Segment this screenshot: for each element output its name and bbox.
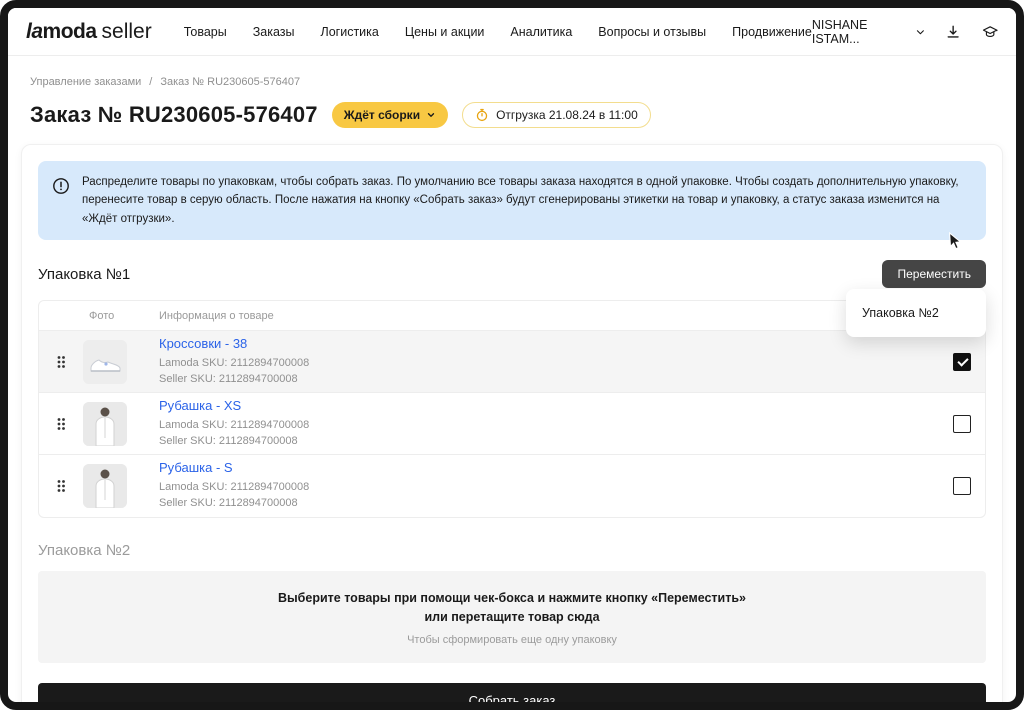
seller-sku: Seller SKU: 2112894700008: [159, 372, 925, 388]
title-row: Заказ № RU230605-576407 Ждёт сборки Отгр…: [30, 102, 994, 128]
dropzone-instruction: Выберите товары при помощи чек-бокса и н…: [278, 589, 746, 628]
product-link[interactable]: Кроссовки - 38: [159, 336, 925, 351]
shipping-badge-label: Отгрузка 21.08.24 в 11:00: [496, 108, 638, 122]
package2-dropzone[interactable]: Выберите товары при помощи чек-бокса и н…: [38, 571, 986, 663]
breadcrumb-link-orders[interactable]: Управление заказами: [30, 76, 141, 88]
graduation-cap-icon[interactable]: [982, 23, 998, 41]
drag-handle-icon[interactable]: [56, 417, 66, 431]
breadcrumb-current: Заказ № RU230605-576407: [160, 76, 300, 88]
stopwatch-icon: [475, 108, 489, 122]
row-checkbox[interactable]: [953, 415, 971, 433]
lamoda-sku: Lamoda SKU: 2112894700008: [159, 480, 925, 496]
seller-sku: Seller SKU: 2112894700008: [159, 434, 925, 450]
chevron-down-icon: [426, 110, 436, 120]
package2-title: Упаковка №2: [38, 542, 986, 559]
product-link[interactable]: Рубашка - S: [159, 460, 925, 475]
nav-item-analitika[interactable]: Аналитика: [510, 25, 572, 39]
package1-header: Упаковка №1 Переместить Упаковка №2: [38, 260, 986, 288]
download-icon[interactable]: [945, 23, 961, 41]
page-title: Заказ № RU230605-576407: [30, 102, 318, 128]
header-right: NISHANE ISTAM...: [812, 18, 998, 46]
logo-part: la: [26, 20, 43, 43]
table-row: Кроссовки - 38 Lamoda SKU: 2112894700008…: [39, 331, 985, 393]
table-row: Рубашка - S Lamoda SKU: 2112894700008 Se…: [39, 455, 985, 517]
product-photo: [83, 340, 127, 384]
lamoda-sku: Lamoda SKU: 2112894700008: [159, 418, 925, 434]
table-row: Рубашка - XS Lamoda SKU: 2112894700008 S…: [39, 393, 985, 455]
column-header-photo: Фото: [83, 310, 145, 322]
order-assembly-card: Распределите товары по упаковкам, чтобы …: [21, 144, 1003, 710]
logo-part: moda: [43, 20, 97, 43]
logo-part: seller: [102, 20, 152, 43]
assemble-order-button[interactable]: Собрать заказ: [38, 683, 986, 710]
drag-handle-icon[interactable]: [56, 479, 66, 493]
app-window: lamodaseller Товары Заказы Логистика Цен…: [0, 0, 1024, 710]
checkbox-cell: [953, 353, 985, 371]
product-info: Кроссовки - 38 Lamoda SKU: 2112894700008…: [145, 336, 925, 388]
nav-item-tovary[interactable]: Товары: [184, 25, 227, 39]
nav-item-logistika[interactable]: Логистика: [321, 25, 379, 39]
move-dropdown: Упаковка №2: [846, 289, 986, 337]
product-info: Рубашка - S Lamoda SKU: 2112894700008 Se…: [145, 460, 925, 512]
product-photo: [83, 464, 127, 508]
product-link[interactable]: Рубашка - XS: [159, 398, 925, 413]
drag-handle-icon[interactable]: [56, 355, 66, 369]
alert-circle-icon: [52, 177, 70, 195]
status-badge[interactable]: Ждёт сборки: [332, 102, 448, 128]
row-checkbox[interactable]: [953, 477, 971, 495]
product-photo: [83, 402, 127, 446]
user-name: NISHANE ISTAM...: [812, 18, 908, 46]
main-nav: Товары Заказы Логистика Цены и акции Ана…: [184, 25, 812, 39]
dropzone-line2: или перетащите товар сюда: [278, 608, 746, 627]
lamoda-sku: Lamoda SKU: 2112894700008: [159, 356, 925, 372]
table-header-row: Фото Информация о товаре: [39, 301, 985, 331]
product-info: Рубашка - XS Lamoda SKU: 2112894700008 S…: [145, 398, 925, 450]
breadcrumb: Управление заказами / Заказ № RU230605-5…: [30, 76, 1016, 88]
package1-table: Фото Информация о товаре Кроссовки - 38 …: [38, 300, 986, 518]
column-header-info: Информация о товаре: [145, 310, 925, 322]
seller-sku: Seller SKU: 2112894700008: [159, 496, 925, 512]
breadcrumb-separator: /: [149, 76, 152, 88]
lamoda-seller-logo[interactable]: lamodaseller: [26, 20, 152, 44]
shipping-badge: Отгрузка 21.08.24 в 11:00: [462, 102, 651, 128]
nav-item-prodvizhenie[interactable]: Продвижение: [732, 25, 812, 39]
package1-title: Упаковка №1: [38, 266, 130, 283]
row-checkbox[interactable]: [953, 353, 971, 371]
chevron-down-icon: [915, 26, 926, 38]
nav-item-tseny-i-aktsii[interactable]: Цены и акции: [405, 25, 485, 39]
top-navbar: lamodaseller Товары Заказы Логистика Цен…: [8, 8, 1016, 56]
status-badge-label: Ждёт сборки: [344, 108, 420, 122]
dropdown-item-package2[interactable]: Упаковка №2: [846, 293, 986, 333]
dropzone-line1: Выберите товары при помощи чек-бокса и н…: [278, 589, 746, 608]
dropzone-hint: Чтобы сформировать еще одну упаковку: [407, 634, 617, 646]
user-menu[interactable]: NISHANE ISTAM...: [812, 18, 926, 46]
nav-item-zakazy[interactable]: Заказы: [253, 25, 295, 39]
info-banner-text: Распределите товары по упаковкам, чтобы …: [82, 173, 972, 228]
move-button[interactable]: Переместить: [882, 260, 986, 288]
info-banner: Распределите товары по упаковкам, чтобы …: [38, 161, 986, 240]
nav-item-voprosy-i-otzyvy[interactable]: Вопросы и отзывы: [598, 25, 706, 39]
checkbox-cell: [953, 415, 985, 433]
checkbox-cell: [953, 477, 985, 495]
